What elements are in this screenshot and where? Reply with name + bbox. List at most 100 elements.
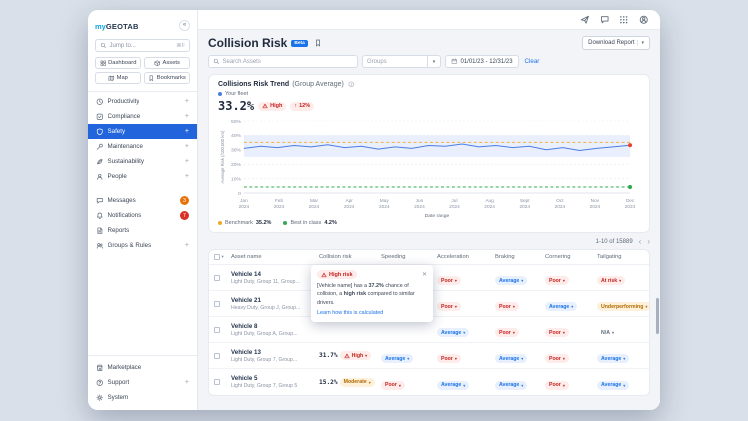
rating-pill[interactable]: Average▾ xyxy=(495,381,527,390)
dashboard-button[interactable]: Dashboard xyxy=(95,57,141,69)
chevron-down-icon: ▾ xyxy=(637,40,644,46)
tooltip-body: [Vehicle name] has a 37.2% chance of col… xyxy=(317,282,427,307)
table-row[interactable]: Vehicle 5Light Duty, Group 7, Group 515.… xyxy=(209,369,649,395)
tooltip-close-icon[interactable]: ✕ xyxy=(422,271,427,278)
sidebar-collapse-button[interactable]: « xyxy=(179,20,190,31)
rating-pill[interactable]: Poor▾ xyxy=(437,276,461,285)
rating-pill[interactable]: Poor▾ xyxy=(437,354,461,363)
rating-pill[interactable]: Poor▾ xyxy=(545,381,569,390)
apps-icon[interactable] xyxy=(619,15,629,25)
row-checkbox[interactable] xyxy=(214,353,220,359)
asset-name[interactable]: Vehicle 8 xyxy=(231,323,317,330)
rating-pill[interactable]: Average▾ xyxy=(495,276,527,285)
secondary-nav: Messages3Notifications7ReportsGroups & R… xyxy=(88,193,197,253)
scrollbar-thumb[interactable] xyxy=(656,298,659,334)
row-checkbox[interactable] xyxy=(214,379,220,385)
rating-pill[interactable]: Poor▾ xyxy=(437,302,461,311)
chevron-down-icon: ▾ xyxy=(563,278,565,283)
chat-icon[interactable] xyxy=(600,15,610,25)
expand-plus-icon[interactable]: + xyxy=(185,98,189,105)
sidebar-item-maintenance[interactable]: Maintenance+ xyxy=(88,139,197,154)
sidebar-item-productivity[interactable]: Productivity+ xyxy=(88,94,197,109)
asset-name[interactable]: Vehicle 5 xyxy=(231,375,317,382)
rating-pill[interactable]: High▾ xyxy=(340,351,372,360)
expand-plus-icon[interactable]: + xyxy=(185,173,189,180)
sidebar-item-compliance[interactable]: Compliance+ xyxy=(88,109,197,124)
download-report-button[interactable]: Download Report ▾ xyxy=(582,36,650,50)
sidebar-item-system[interactable]: System xyxy=(88,390,197,405)
column-header-asset-name[interactable]: Asset name xyxy=(231,254,319,260)
rating-pill[interactable]: Average▾ xyxy=(437,381,469,390)
sidebar-item-sustainability[interactable]: Sustainability+ xyxy=(88,154,197,169)
select-all-checkbox[interactable] xyxy=(214,254,220,260)
expand-plus-icon[interactable]: + xyxy=(185,158,189,165)
clear-filters-link[interactable]: Clear xyxy=(525,58,540,65)
rating-pill[interactable]: Average▾ xyxy=(597,354,629,363)
rating-pill[interactable]: Poor▾ xyxy=(545,354,569,363)
sidebar-item-marketplace[interactable]: Marketplace xyxy=(88,360,197,375)
bookmark-icon[interactable] xyxy=(314,39,322,47)
sidebar-item-safety[interactable]: Safety+ xyxy=(88,124,197,139)
rating-pill[interactable]: Average▾ xyxy=(437,328,469,337)
asset-name[interactable]: Vehicle 13 xyxy=(231,349,317,356)
jump-to-search[interactable]: Jump to... ⌘F xyxy=(95,39,190,52)
asset-name[interactable]: Vehicle 21 xyxy=(231,297,317,304)
row-checkbox[interactable] xyxy=(214,301,220,307)
tooltip-learn-link[interactable]: Learn how this is calculated xyxy=(317,310,427,316)
sidebar-item-support[interactable]: Support+ xyxy=(88,375,197,390)
rating-pill[interactable]: Average▾ xyxy=(597,381,629,390)
groups-dropdown-button[interactable]: ▾ xyxy=(428,55,441,68)
cell-acceleration: Average▾ xyxy=(437,373,495,391)
table-row[interactable]: Vehicle 13Light Duty, Group 7, Group...3… xyxy=(209,343,649,369)
column-header-braking[interactable]: Braking xyxy=(495,254,545,260)
rating-pill[interactable]: Poor▾ xyxy=(381,381,405,390)
filter-row: Search Assets Groups ▾ 01/01/23 - 12/31/… xyxy=(208,55,650,68)
expand-plus-icon[interactable]: + xyxy=(185,379,189,386)
info-icon[interactable] xyxy=(348,81,355,88)
high-risk-chip[interactable]: High risk xyxy=(317,270,357,279)
sidebar-item-groups-rules[interactable]: Groups & Rules+ xyxy=(88,238,197,253)
groups-filter-input[interactable]: Groups xyxy=(362,55,428,68)
asset-search-input[interactable]: Search Assets xyxy=(208,55,358,68)
date-range-picker[interactable]: 01/01/23 - 12/31/23 xyxy=(445,55,519,68)
send-icon[interactable] xyxy=(580,15,590,25)
account-icon[interactable] xyxy=(639,15,649,25)
sidebar-item-notifications[interactable]: Notifications7 xyxy=(88,208,197,223)
rating-pill[interactable]: Average▾ xyxy=(381,354,413,363)
asset-name[interactable]: Vehicle 14 xyxy=(231,271,317,278)
sidebar-item-people[interactable]: People+ xyxy=(88,169,197,184)
rating-pill[interactable]: Poor▾ xyxy=(495,328,519,337)
rating-pill[interactable]: Poor▾ xyxy=(545,328,569,337)
column-header-tailgating[interactable]: Tailgating xyxy=(597,254,649,260)
row-checkbox[interactable] xyxy=(214,275,220,281)
column-header-cornering[interactable]: Cornering xyxy=(545,254,597,260)
bookmarks-button[interactable]: Bookmarks xyxy=(144,72,190,84)
expand-plus-icon[interactable]: + xyxy=(185,143,189,150)
prev-page-button[interactable]: ‹ xyxy=(639,238,642,246)
rating-pill[interactable]: Poor▾ xyxy=(495,302,519,311)
logo-geotab: GEOTAB xyxy=(106,22,139,31)
people-icon xyxy=(96,173,104,181)
expand-plus-icon[interactable]: + xyxy=(185,242,189,249)
column-header-collision-risk[interactable]: Collision risk xyxy=(319,254,381,260)
column-header-acceleration[interactable]: Acceleration xyxy=(437,254,495,260)
rating-pill[interactable]: Average▾ xyxy=(545,302,577,311)
rating-pill[interactable]: Average▾ xyxy=(495,354,527,363)
rating-pill[interactable]: At risk▾ xyxy=(597,276,625,285)
expand-plus-icon[interactable]: + xyxy=(185,128,189,135)
sidebar-item-reports[interactable]: Reports xyxy=(88,223,197,238)
rating-pill[interactable]: Underperforming▾ xyxy=(597,302,649,311)
rating-pill[interactable]: Poor▾ xyxy=(545,276,569,285)
expand-plus-icon[interactable]: + xyxy=(185,113,189,120)
next-page-button[interactable]: › xyxy=(647,238,650,246)
sidebar-item-messages[interactable]: Messages3 xyxy=(88,193,197,208)
asset-subtitle: Light Duty, Group A, Group... xyxy=(231,331,317,337)
map-button[interactable]: Map xyxy=(95,72,141,84)
select-menu-caret[interactable]: ▾ xyxy=(222,254,224,260)
rating-pill[interactable]: Moderate▾ xyxy=(340,378,375,387)
assets-button[interactable]: Assets xyxy=(144,57,190,69)
column-header-speeding[interactable]: Speeding xyxy=(381,254,437,260)
svg-text:Oct: Oct xyxy=(556,198,564,204)
rating-pill[interactable]: N/A▾ xyxy=(597,328,618,337)
row-checkbox[interactable] xyxy=(214,327,220,333)
